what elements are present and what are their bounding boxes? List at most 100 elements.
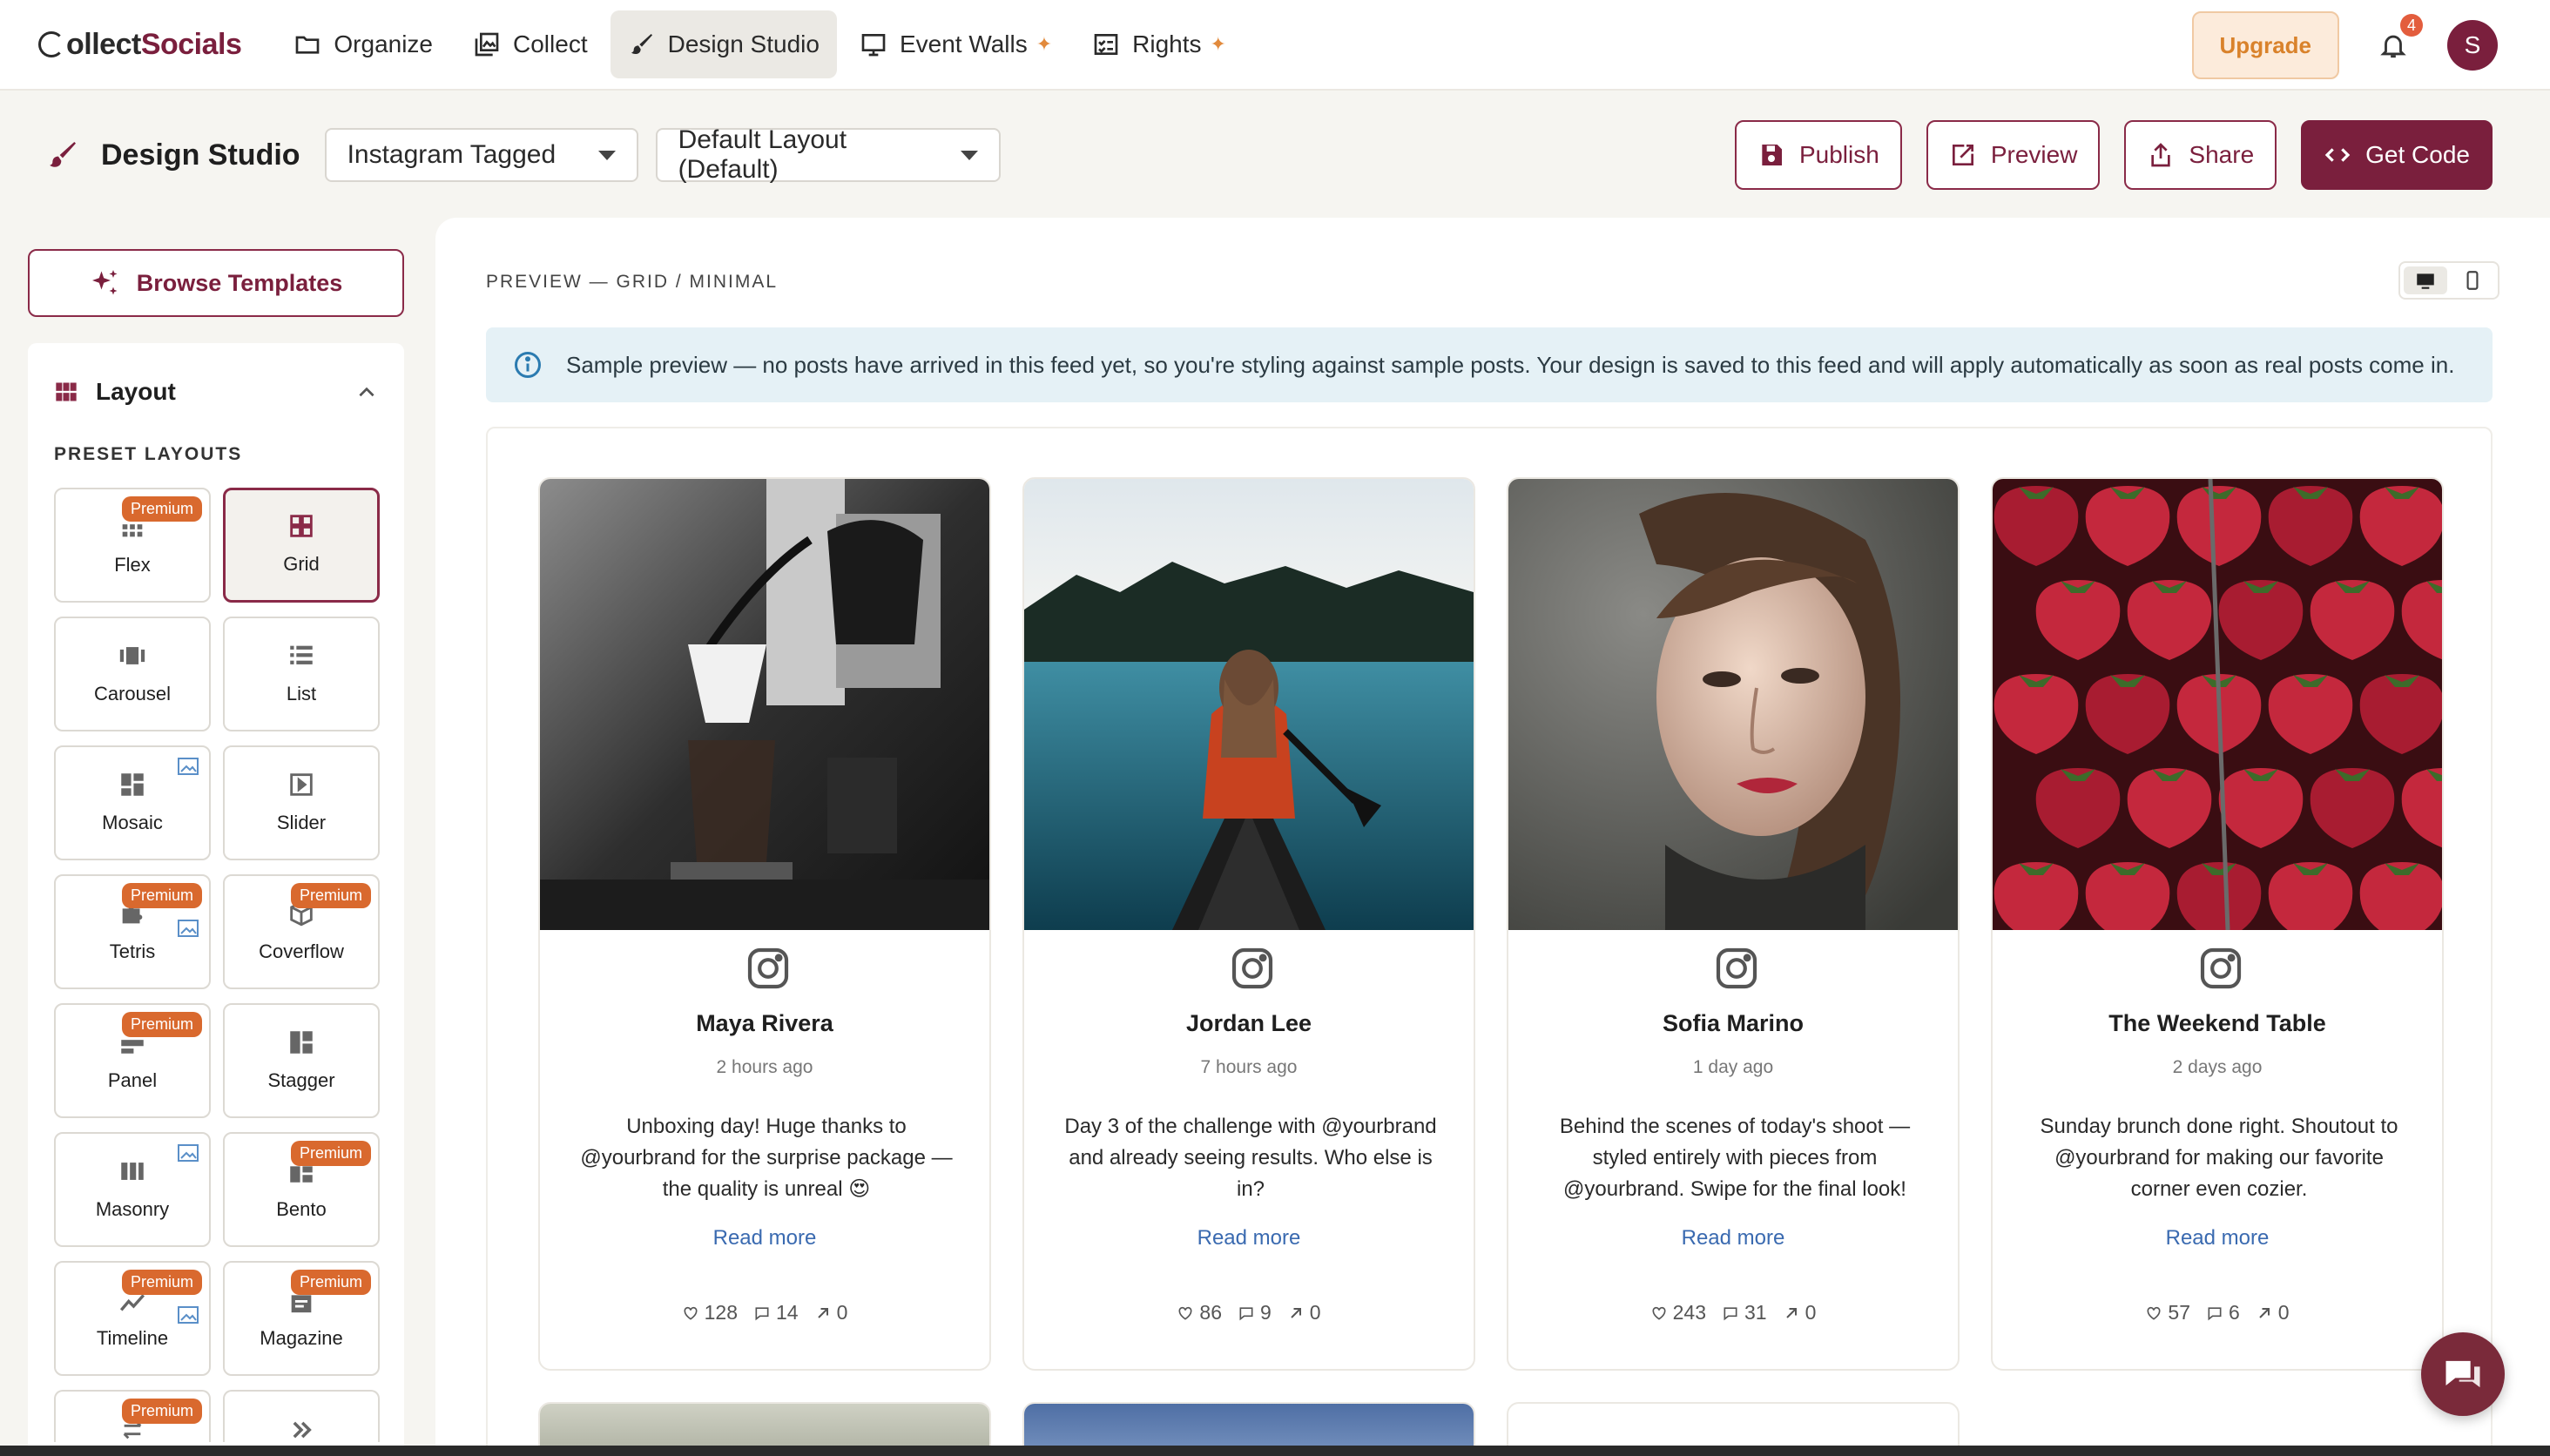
comments-count: 6 [2229,1301,2240,1324]
post-author: Maya Rivera [696,1010,833,1036]
brand-logo[interactable]: ollect Socials [38,28,242,62]
image-indicator-icon [178,920,199,937]
desktop-icon [2417,273,2434,289]
browse-templates-button[interactable]: Browse Templates [28,249,404,317]
toolbar-actions: Publish Preview Share Get Code [1734,120,2493,190]
user-avatar[interactable]: S [2447,20,2498,71]
layout-tile-grid[interactable]: Grid [223,488,380,603]
layout-section-header[interactable]: Layout [54,378,378,406]
notifications-button[interactable]: 4 [2374,14,2423,64]
read-more-link[interactable]: Read more [1993,1226,2442,1250]
chevron-up-icon[interactable] [355,381,378,404]
premium-badge: Premium [121,1399,202,1424]
layout-tile-coverflow[interactable]: Premium Coverflow [223,874,380,989]
folder-icon [296,36,320,54]
likes-count: 128 [704,1301,738,1324]
comments-count: 9 [1260,1301,1272,1324]
get-code-label: Get Code [2365,141,2470,168]
tile-label: Coverflow [259,940,344,962]
window-bottom-edge [0,1446,2550,1456]
share-button[interactable]: Share [2124,120,2277,190]
nav-collect[interactable]: Collect [455,10,605,78]
likes-count: 86 [1199,1301,1222,1324]
preview-label: Preview [1990,141,2078,168]
layout-tile-list[interactable]: List [223,617,380,731]
arrow-up-right-icon [2259,1307,2270,1318]
rights-icon [1094,34,1118,55]
stagger-layout-icon [290,1031,313,1054]
post-image-strawberries [1993,479,2442,930]
premium-badge: Premium [121,1012,202,1037]
upgrade-button[interactable]: Upgrade [2191,11,2339,79]
image-indicator-icon [178,1144,199,1162]
layout-tile-bento[interactable]: Premium Bento [223,1132,380,1247]
premium-badge: Premium [290,1270,371,1295]
post-card[interactable]: Sofia Marino 1 day ago Behind the scenes… [1507,477,1960,1371]
instagram-icon [1716,947,1757,989]
mobile-view-button[interactable] [2451,266,2494,294]
chat-icon [2445,1360,2480,1388]
comment-icon [755,1306,769,1320]
nav-rights[interactable]: Rights ✦ [1075,10,1244,78]
sparkle-icon: ✦ [1210,33,1226,55]
tile-label: Carousel [93,683,172,704]
shares-count: 0 [836,1301,848,1324]
browse-templates-label: Browse Templates [136,269,343,296]
premium-badge: Premium [121,1270,202,1295]
desktop-view-button[interactable] [2404,266,2447,294]
heart-icon [1652,1306,1666,1320]
read-more-link[interactable]: Read more [1508,1226,1958,1250]
post-card[interactable]: The Weekend Table 2 days ago Sunday brun… [1991,477,2444,1371]
shares-count: 0 [1805,1301,1817,1324]
layout-select[interactable]: Default Layout (Default) [655,125,1001,184]
tile-label: Bento [276,1198,327,1220]
tile-label: Tetris [109,940,156,962]
post-card[interactable]: Jordan Lee 7 hours ago Day 3 of the chal… [1022,477,1475,1371]
layout-tile-mosaic[interactable]: Mosaic [54,745,211,860]
external-edit-icon [1952,145,1973,165]
heart-icon [684,1306,698,1320]
layout-tile-magazine[interactable]: Premium Magazine [223,1261,380,1376]
post-caption: Day 3 of the challenge with @yourbrand a… [1064,1115,1437,1201]
tile-label: List [286,683,317,704]
tile-label: Panel [107,1069,158,1091]
layout-tile-masonry[interactable]: Masonry [54,1132,211,1247]
post-stats: 57 6 0 [1993,1301,2442,1325]
read-more-link[interactable]: Read more [540,1226,989,1250]
masonry-layout-icon [121,1163,144,1180]
likes-stat: 86 [1177,1301,1222,1325]
premium-badge: Premium [121,883,202,908]
heart-icon [2147,1306,2161,1320]
nav-design-studio[interactable]: Design Studio [610,10,837,78]
layout-section-title: Layout [96,378,176,405]
collect-icon [475,32,499,57]
layout-tile-panel[interactable]: Premium Panel [54,1003,211,1118]
layout-tile-flex[interactable]: Premium Flex [54,488,211,603]
nav-event-walls[interactable]: Event Walls ✦ [842,10,1069,78]
post-card[interactable]: Maya Rivera 2 hours ago Unboxing day! Hu… [538,477,991,1371]
nav-organize[interactable]: Organize [276,10,450,78]
read-more-link[interactable]: Read more [1024,1226,1474,1250]
brush-icon [631,34,652,54]
share-icon [2151,143,2171,167]
preview-button[interactable]: Preview [1926,120,2101,190]
post-time: 1 day ago [1692,1057,1774,1077]
publish-button[interactable]: Publish [1734,120,1902,190]
post-time: 2 hours ago [716,1057,813,1077]
chat-support-button[interactable] [2421,1332,2505,1416]
layout-tile-slider[interactable]: Slider [223,745,380,860]
slider-layout-icon [290,773,313,796]
get-code-button[interactable]: Get Code [2301,120,2493,190]
layout-tile-carousel[interactable]: Carousel [54,617,211,731]
comments-stat: 9 [1238,1301,1272,1325]
feed-select[interactable]: Instagram Tagged [324,128,638,182]
post-author: Sofia Marino [1662,1010,1804,1036]
layout-tile-stagger[interactable]: Stagger [223,1003,380,1118]
layout-tile-timeline[interactable]: Premium Timeline [54,1261,211,1376]
layout-tile-partial[interactable] [223,1390,380,1442]
comment-icon [1724,1306,1737,1320]
layout-tile-partial[interactable]: Premium [54,1390,211,1442]
post-author: The Weekend Table [2108,1010,2326,1036]
info-icon [515,352,541,378]
layout-tile-tetris[interactable]: Premium Tetris [54,874,211,989]
